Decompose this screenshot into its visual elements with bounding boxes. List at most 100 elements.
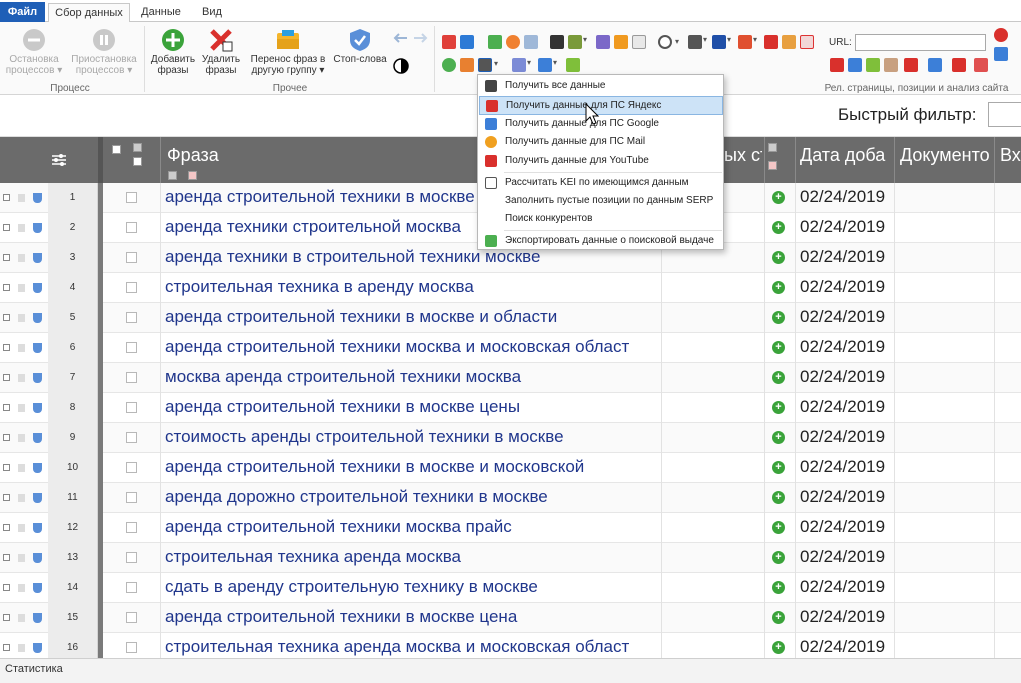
add-circle-icon[interactable]: + — [772, 341, 785, 354]
table-row[interactable]: 16 строительная техника аренда москва и м… — [0, 633, 1021, 658]
add-circle-icon[interactable]: + — [772, 491, 785, 504]
r-tool-icon[interactable] — [994, 47, 1008, 61]
hand-tool-icon[interactable] — [782, 35, 796, 49]
list-tool-icon[interactable] — [688, 35, 707, 49]
contrast-icon[interactable] — [393, 58, 409, 74]
select-all-checkbox[interactable] — [112, 145, 121, 154]
stopwords-button[interactable]: Стоп-слова — [332, 28, 388, 65]
menu-item-yandex[interactable]: Получить данные для ПС Яндекс — [479, 96, 723, 115]
settings-sliders-icon[interactable] — [51, 152, 67, 168]
row-checkbox[interactable] — [126, 432, 137, 443]
lock-icon[interactable] — [18, 374, 25, 382]
menu-item-get-all[interactable]: Получить все данные — [479, 77, 723, 96]
phrase-cell[interactable]: аренда строительной техники в москве цен… — [165, 397, 659, 417]
expand-icon[interactable] — [3, 464, 10, 471]
phrase-cell[interactable]: москва аренда строительной техники москв… — [165, 367, 659, 387]
table-row[interactable]: 10 аренда строительной техники в москве и… — [0, 453, 1021, 483]
shield-icon[interactable] — [33, 493, 42, 503]
table-row[interactable]: 12 аренда строительной техники москва пра… — [0, 513, 1021, 543]
search-tool-icon[interactable] — [658, 35, 679, 49]
delete-phrases-button[interactable]: Удалить фразы — [198, 28, 244, 76]
column-phrase[interactable]: Фраза — [167, 145, 467, 166]
tab-view[interactable]: Вид — [192, 3, 232, 22]
phrase-cell[interactable]: аренда строительной техники москва и мос… — [165, 337, 659, 357]
phrase-cell[interactable]: стоимость аренды строительной техники в … — [165, 427, 659, 447]
green-tool-icon[interactable] — [442, 58, 456, 72]
yandex-3-icon[interactable] — [952, 58, 966, 72]
shield-icon[interactable] — [33, 643, 42, 653]
expand-icon[interactable] — [3, 314, 10, 321]
shield-icon[interactable] — [33, 523, 42, 533]
shield-icon[interactable] — [33, 223, 42, 233]
menu-item-youtube[interactable]: Получить данные для YouTube — [479, 152, 723, 171]
lock-icon[interactable] — [18, 614, 25, 622]
wordstat-icon[interactable] — [488, 35, 502, 49]
lock-icon[interactable] — [18, 434, 25, 442]
expand-icon[interactable] — [3, 494, 10, 501]
phrase-cell[interactable]: аренда строительной техники москва прайс — [165, 517, 659, 537]
check-tool-icon[interactable] — [738, 35, 757, 49]
expand-icon[interactable] — [3, 194, 10, 201]
table-row[interactable]: 15 аренда строительной техники в москве ц… — [0, 603, 1021, 633]
expand-icon[interactable] — [3, 614, 10, 621]
table-row[interactable]: 5 аренда строительной техники в москве и … — [0, 303, 1021, 333]
expand-icon[interactable] — [3, 254, 10, 261]
shield-icon[interactable] — [33, 343, 42, 353]
b-tool-icon[interactable] — [712, 35, 731, 49]
tab-data-collection[interactable]: Сбор данных — [48, 3, 130, 23]
row-checkbox[interactable] — [126, 372, 137, 383]
menu-item-export[interactable]: Экспортировать данные о поисковой выдаче — [479, 232, 723, 251]
add-circle-icon[interactable]: + — [772, 611, 785, 624]
menu-item-fill-serp[interactable]: Заполнить пустые позиции по данным SERP — [479, 192, 723, 211]
row-checkbox[interactable] — [126, 642, 137, 653]
serp-tool-icon[interactable] — [478, 58, 498, 72]
menu-item-mail[interactable]: Получить данные для ПС Mail — [479, 133, 723, 152]
lock-icon[interactable] — [18, 194, 25, 202]
expand-icon[interactable] — [3, 284, 10, 291]
shield-icon[interactable] — [33, 433, 42, 443]
row-checkbox[interactable] — [126, 342, 137, 353]
table-row[interactable]: 14 сдать в аренду строительную технику в … — [0, 573, 1021, 603]
menu-item-competitors[interactable]: Поиск конкурентов — [479, 210, 723, 229]
tab-file[interactable]: Файл — [0, 2, 45, 22]
row-checkbox[interactable] — [126, 612, 137, 623]
add-circle-icon[interactable]: + — [772, 461, 785, 474]
shield-icon[interactable] — [33, 583, 42, 593]
filter-icon[interactable] — [133, 157, 142, 166]
column-menu-icon[interactable] — [768, 143, 777, 152]
close-tool-icon[interactable] — [800, 35, 814, 49]
add-circle-icon[interactable]: + — [772, 401, 785, 414]
column-extra[interactable]: Вх — [1000, 145, 1021, 166]
bookmark-icon[interactable] — [884, 58, 898, 72]
shield-icon[interactable] — [33, 373, 42, 383]
lock-icon[interactable] — [18, 464, 25, 472]
row-checkbox[interactable] — [126, 552, 137, 563]
shield-icon[interactable] — [33, 283, 42, 293]
li-counter-icon[interactable] — [550, 35, 564, 49]
phrase-cell[interactable]: аренда строительной техники в москве и м… — [165, 457, 659, 477]
table-row[interactable]: 7 москва аренда строительной техники моск… — [0, 363, 1021, 393]
statistics-label[interactable]: Статистика — [5, 663, 63, 675]
menu-item-google[interactable]: Получить данные для ПС Google — [479, 115, 723, 134]
row-checkbox[interactable] — [126, 282, 137, 293]
yandex-icon[interactable] — [830, 58, 844, 72]
google-2-icon[interactable] — [928, 58, 942, 72]
add-circle-icon[interactable]: + — [772, 551, 785, 564]
expand-icon[interactable] — [3, 584, 10, 591]
xl-tool-icon[interactable] — [764, 35, 778, 49]
yandex-2-icon[interactable] — [904, 58, 918, 72]
add-circle-icon[interactable]: + — [772, 311, 785, 324]
chart-tool-icon[interactable] — [442, 35, 456, 49]
expand-icon[interactable] — [3, 524, 10, 531]
puzzle-tool-icon[interactable] — [460, 58, 474, 72]
add-circle-icon[interactable]: + — [772, 251, 785, 264]
shield-icon[interactable] — [33, 313, 42, 323]
add-circle-icon[interactable]: + — [772, 521, 785, 534]
lock-icon[interactable] — [18, 404, 25, 412]
lock-icon[interactable] — [18, 494, 25, 502]
redo-icon[interactable] — [412, 32, 428, 44]
column-filter-icon[interactable] — [168, 171, 177, 180]
shield-icon[interactable] — [33, 553, 42, 563]
shield-icon[interactable] — [33, 193, 42, 203]
row-checkbox[interactable] — [126, 582, 137, 593]
